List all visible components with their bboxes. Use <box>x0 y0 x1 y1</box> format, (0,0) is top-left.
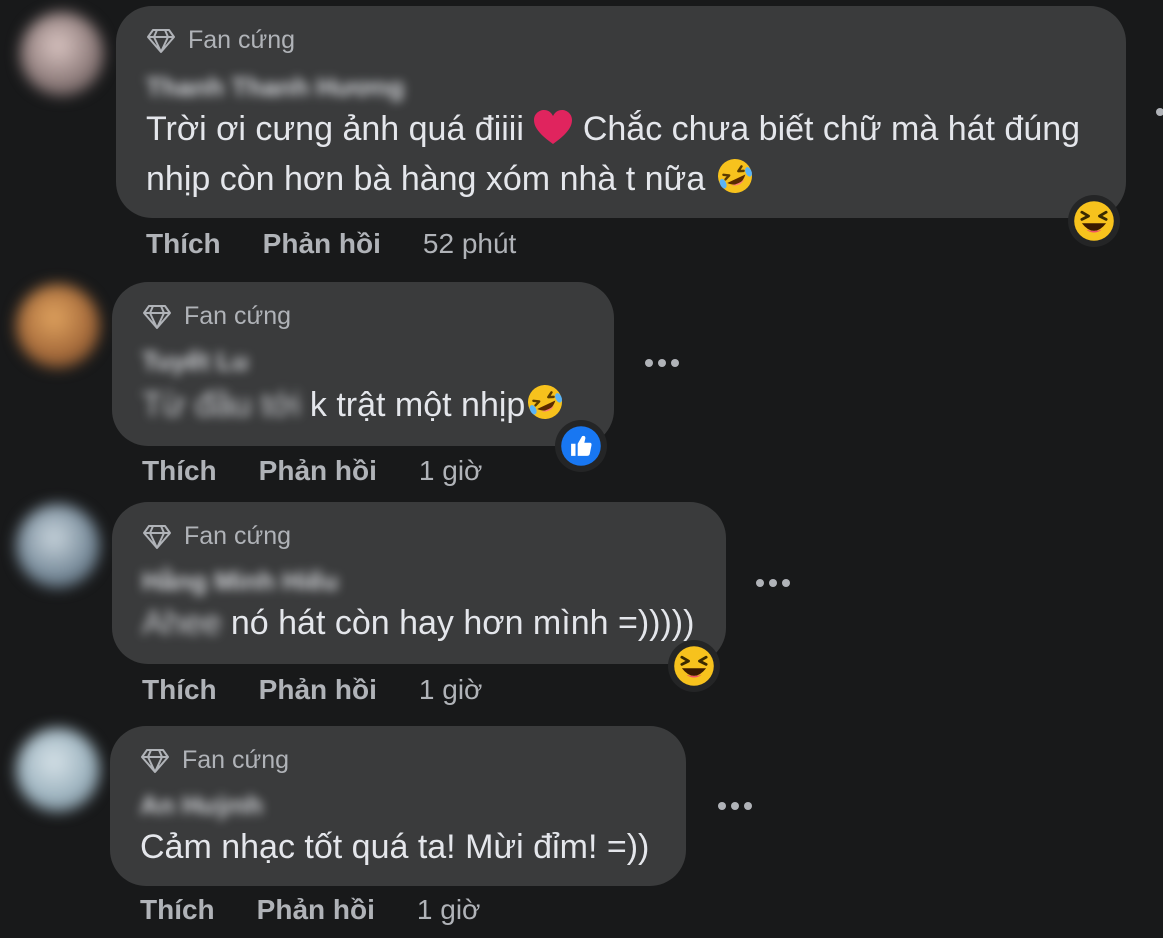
comment-author[interactable]: Hằng Minh Hiếu <box>142 566 338 597</box>
reaction-summary[interactable] <box>1068 195 1120 247</box>
comment-text: Ahee nó hát còn hay hơn mình =))))) <box>142 604 695 642</box>
reply-button[interactable]: Phản hồi <box>259 674 377 706</box>
comment-author[interactable]: Tuyết Lu <box>142 346 248 377</box>
top-fan-badge: Fan cứng <box>146 26 295 55</box>
diamond-icon <box>142 524 172 550</box>
more-options-icon[interactable] <box>718 802 752 810</box>
badge-label: Fan cứng <box>188 26 296 54</box>
comments-section: Fan cứng Thanh Thanh Hương Trời ơi cưng … <box>0 0 1163 938</box>
avatar[interactable] <box>20 12 104 96</box>
top-fan-badge: Fan cứng <box>140 746 289 775</box>
like-button[interactable]: Thích <box>142 455 217 487</box>
comment-actions: Thích Phản hồi 1 giờ <box>140 894 480 926</box>
comment-actions: Thích Phản hồi 1 giờ <box>142 455 482 487</box>
top-fan-badge: Fan cứng <box>142 302 291 331</box>
heart-emoji <box>533 110 573 146</box>
badge-label: Fan cứng <box>182 746 290 774</box>
haha-reaction-icon <box>672 644 716 688</box>
like-button[interactable]: Thích <box>140 894 215 926</box>
reply-button[interactable]: Phản hồi <box>257 894 375 926</box>
comment-actions: Thích Phản hồi 52 phút <box>146 228 516 260</box>
like-reaction-icon <box>559 424 603 468</box>
reaction-summary[interactable] <box>668 640 720 692</box>
more-options-icon[interactable] <box>756 579 790 587</box>
badge-label: Fan cứng <box>184 522 292 550</box>
like-button[interactable]: Thích <box>142 674 217 706</box>
rofl-emoji <box>525 382 565 422</box>
comment-author[interactable]: Thanh Thanh Hương <box>146 72 404 103</box>
comment-timestamp[interactable]: 1 giờ <box>417 894 481 926</box>
diamond-icon <box>146 28 176 54</box>
like-button[interactable]: Thích <box>146 228 221 260</box>
comment-author[interactable]: An Huỳnh <box>140 790 263 821</box>
diamond-icon <box>140 748 170 774</box>
comment-text-line2: nhịp còn hơn bà hàng xóm nhà t nữa <box>146 154 755 204</box>
rofl-emoji <box>715 156 755 196</box>
comment-timestamp[interactable]: 1 giờ <box>419 455 483 487</box>
haha-reaction-icon <box>1072 199 1116 243</box>
comment-text: Từ đầu tới k trật một nhịp <box>142 380 565 430</box>
avatar[interactable] <box>16 504 100 588</box>
comment-text: Cảm nhạc tốt quá ta! Mừi đỉm! =)) <box>140 828 650 866</box>
reply-button[interactable]: Phản hồi <box>259 455 377 487</box>
reaction-summary[interactable] <box>555 420 607 472</box>
reply-button[interactable]: Phản hồi <box>263 228 381 260</box>
avatar[interactable] <box>16 284 100 368</box>
comment-timestamp[interactable]: 52 phút <box>423 228 516 260</box>
comment-timestamp[interactable]: 1 giờ <box>419 674 483 706</box>
diamond-icon <box>142 304 172 330</box>
top-fan-badge: Fan cứng <box>142 522 291 551</box>
badge-label: Fan cứng <box>184 302 292 330</box>
avatar[interactable] <box>16 728 100 812</box>
more-options-icon[interactable] <box>645 359 679 367</box>
more-options-icon[interactable] <box>1156 108 1163 116</box>
comment-actions: Thích Phản hồi 1 giờ <box>142 674 482 706</box>
comment-text: Trời ơi cưng ảnh quá điiii Chắc chưa biế… <box>146 110 1081 148</box>
